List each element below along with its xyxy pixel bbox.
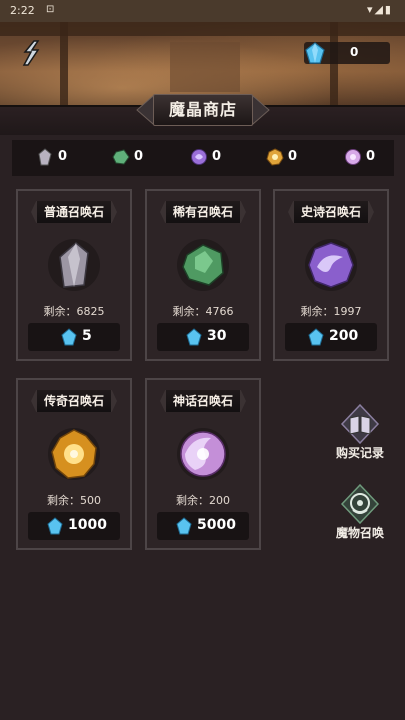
- shop-title-plate: 魔晶商店: [135, 92, 271, 128]
- monster-summon-button[interactable]: 魔物召唤: [328, 484, 392, 552]
- monster-summon-label: 魔物召唤: [335, 526, 384, 540]
- rare-summon-stone-icon: [177, 239, 229, 291]
- legendary-summon-stone-icon: [48, 428, 100, 480]
- card-price: 5: [82, 328, 92, 344]
- normal-summon-stone-icon: [48, 239, 100, 291]
- epic-stone-icon: [191, 149, 207, 165]
- crystal-balance: 0: [304, 42, 390, 64]
- card-remaining: 剩余：1997: [300, 305, 362, 318]
- buy-legendary-button[interactable]: 1000: [28, 512, 120, 540]
- shop-card-mythic: 神话召唤石 剩余：200 5000: [145, 378, 261, 550]
- status-time: 2:22: [10, 4, 35, 17]
- mythic-stone-icon: [345, 149, 361, 165]
- signal-battery-icon: ▾◢▮: [366, 3, 393, 16]
- blue-crystal-icon: [61, 328, 77, 346]
- inventory-legendary-stone: 0: [266, 148, 326, 168]
- card-price: 1000: [68, 517, 107, 533]
- card-remaining: 剩余：4766: [172, 305, 234, 318]
- buy-normal-button[interactable]: 5: [28, 323, 120, 351]
- back-arrow-icon: [22, 40, 40, 66]
- shop-card-legendary: 传奇召唤石 剩余：500 1000: [16, 378, 132, 550]
- buy-epic-button[interactable]: 200: [285, 323, 377, 351]
- inventory-rare-stone: 0: [112, 148, 172, 168]
- card-price: 30: [207, 328, 227, 344]
- inventory-count: 0: [134, 149, 144, 164]
- notification-icon: ⊡: [46, 4, 55, 15]
- back-button[interactable]: [16, 38, 46, 68]
- shop-card-normal: 普通召唤石 剩余：6825 5: [16, 189, 132, 361]
- card-title: 传奇召唤石: [31, 390, 117, 412]
- crystal-balance-value: 0: [350, 45, 359, 59]
- inventory-epic-stone: 0: [190, 148, 250, 168]
- buy-rare-button[interactable]: 30: [157, 323, 249, 351]
- epic-summon-stone-icon: [305, 239, 357, 291]
- mythic-summon-stone-icon: [177, 428, 229, 480]
- inventory-count: 0: [288, 149, 298, 164]
- card-remaining: 剩余：500: [47, 494, 101, 507]
- inventory-count: 0: [58, 149, 68, 164]
- card-remaining: 剩余：6825: [43, 305, 105, 318]
- legendary-stone-icon: [266, 148, 284, 166]
- page-title: 魔晶商店: [153, 94, 253, 126]
- status-bar: 2:22 ⊡ ▾◢▮: [0, 0, 405, 22]
- card-title: 普通召唤石: [31, 201, 117, 223]
- shop-card-epic: 史诗召唤石 剩余：1997 200: [273, 189, 389, 361]
- card-title: 稀有召唤石: [160, 201, 246, 223]
- normal-stone-icon: [38, 148, 52, 166]
- summon-stone-inventory: 0 0 0 0 0: [12, 140, 394, 176]
- blue-crystal-icon: [47, 517, 63, 535]
- buy-mythic-button[interactable]: 5000: [157, 512, 249, 540]
- blue-crystal-icon: [308, 328, 324, 346]
- shop-card-rare: 稀有召唤石 剩余：4766 30: [145, 189, 261, 361]
- card-remaining: 剩余：200: [176, 494, 230, 507]
- blue-crystal-icon: [176, 517, 192, 535]
- inventory-mythic-stone: 0: [344, 148, 404, 168]
- card-title: 史诗召唤石: [288, 201, 374, 223]
- blue-crystal-icon: [305, 42, 325, 64]
- inventory-count: 0: [212, 149, 222, 164]
- card-price: 5000: [197, 517, 236, 533]
- rare-stone-icon: [112, 149, 130, 165]
- purchase-history-button[interactable]: 购买记录: [328, 404, 392, 472]
- card-price: 200: [329, 328, 359, 344]
- inventory-normal-stone: 0: [36, 148, 96, 168]
- blue-crystal-icon: [186, 328, 202, 346]
- summon-crest-icon: [340, 484, 380, 524]
- purchase-history-label: 购买记录: [335, 446, 384, 460]
- inventory-count: 0: [366, 149, 376, 164]
- card-title: 神话召唤石: [160, 390, 246, 412]
- book-icon: [340, 404, 380, 444]
